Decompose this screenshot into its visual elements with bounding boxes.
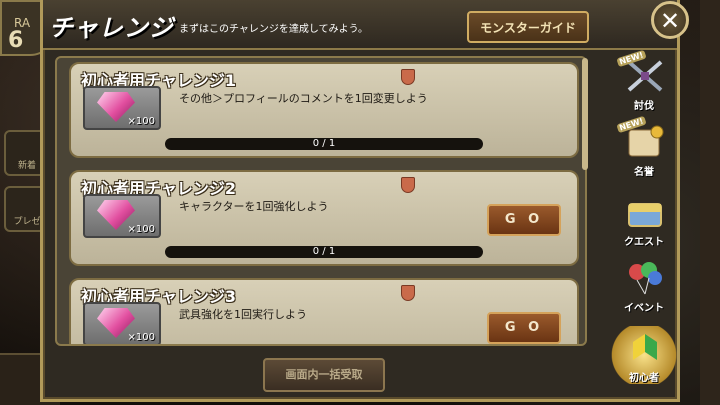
reward-item[interactable]: ×100	[83, 194, 161, 238]
reward-item[interactable]: ×100	[83, 302, 161, 344]
reward-quantity: ×100	[127, 116, 155, 127]
tab-label: 討伐	[634, 101, 654, 112]
challenge-card: 初心者用チャレンジ3 ×100 武具強化を1回実行しよう G O	[69, 278, 579, 344]
shield-icon	[401, 69, 415, 85]
right-bg-strip	[700, 0, 720, 405]
progress-bar: 0 / 1	[165, 138, 483, 150]
tab-event[interactable]: イベント	[609, 256, 679, 314]
reward-item[interactable]: ×100	[83, 86, 161, 130]
challenge-list[interactable]: 初心者用チャレンジ1 ×100 その他＞プロフィールのコメントを1回変更しよう …	[55, 56, 587, 346]
tab-quest[interactable]: クエスト	[609, 190, 679, 248]
tab-beginner[interactable]: 初心者	[609, 326, 679, 384]
bulk-receive-button[interactable]: 画面内一括受取	[263, 358, 385, 392]
go-button[interactable]: G O	[487, 312, 561, 344]
tab-honor[interactable]: NEW! 名誉	[609, 115, 679, 178]
challenge-panel: チャレンジ まずはこのチャレンジを達成してみよう。 モンスターガイド ✕ 初心者…	[40, 0, 689, 402]
treasure-chest-icon	[628, 203, 662, 227]
shield-icon	[401, 177, 415, 193]
beginner-leaf-icon	[633, 334, 657, 360]
page-title: チャレンジ	[49, 14, 174, 42]
challenge-card: 初心者用チャレンジ1 ×100 その他＞プロフィールのコメントを1回変更しよう …	[69, 62, 579, 158]
challenge-card: 初心者用チャレンジ2 ×100 キャラクターを1回強化しよう G O 0 / 1	[69, 170, 579, 266]
tab-label: 初心者	[629, 373, 659, 384]
challenge-description: その他＞プロフィールのコメントを1回変更しよう	[179, 92, 428, 105]
close-button[interactable]: ✕	[651, 1, 689, 39]
monster-guide-button[interactable]: モンスターガイド	[467, 11, 589, 43]
page-subtitle: まずはこのチャレンジを達成してみよう。	[179, 24, 368, 35]
reward-quantity: ×100	[127, 224, 155, 235]
tab-label: 名誉	[634, 167, 654, 178]
list-scrollbar[interactable]	[582, 58, 588, 170]
tab-subjugation[interactable]: NEW! 討伐	[609, 49, 679, 112]
challenge-description: キャラクターを1回強化しよう	[179, 200, 329, 213]
balloons-icon	[629, 262, 662, 295]
shield-icon	[401, 285, 415, 301]
progress-bar: 0 / 1	[165, 246, 483, 258]
tab-label: イベント	[624, 303, 664, 314]
go-button[interactable]: G O	[487, 204, 561, 236]
close-icon: ✕	[659, 7, 681, 35]
panel-header: チャレンジ まずはこのチャレンジを達成してみよう。 モンスターガイド	[43, 0, 677, 50]
challenge-description: 武具強化を1回実行しよう	[179, 308, 307, 321]
tab-label: クエスト	[624, 237, 664, 248]
reward-quantity: ×100	[127, 332, 155, 343]
